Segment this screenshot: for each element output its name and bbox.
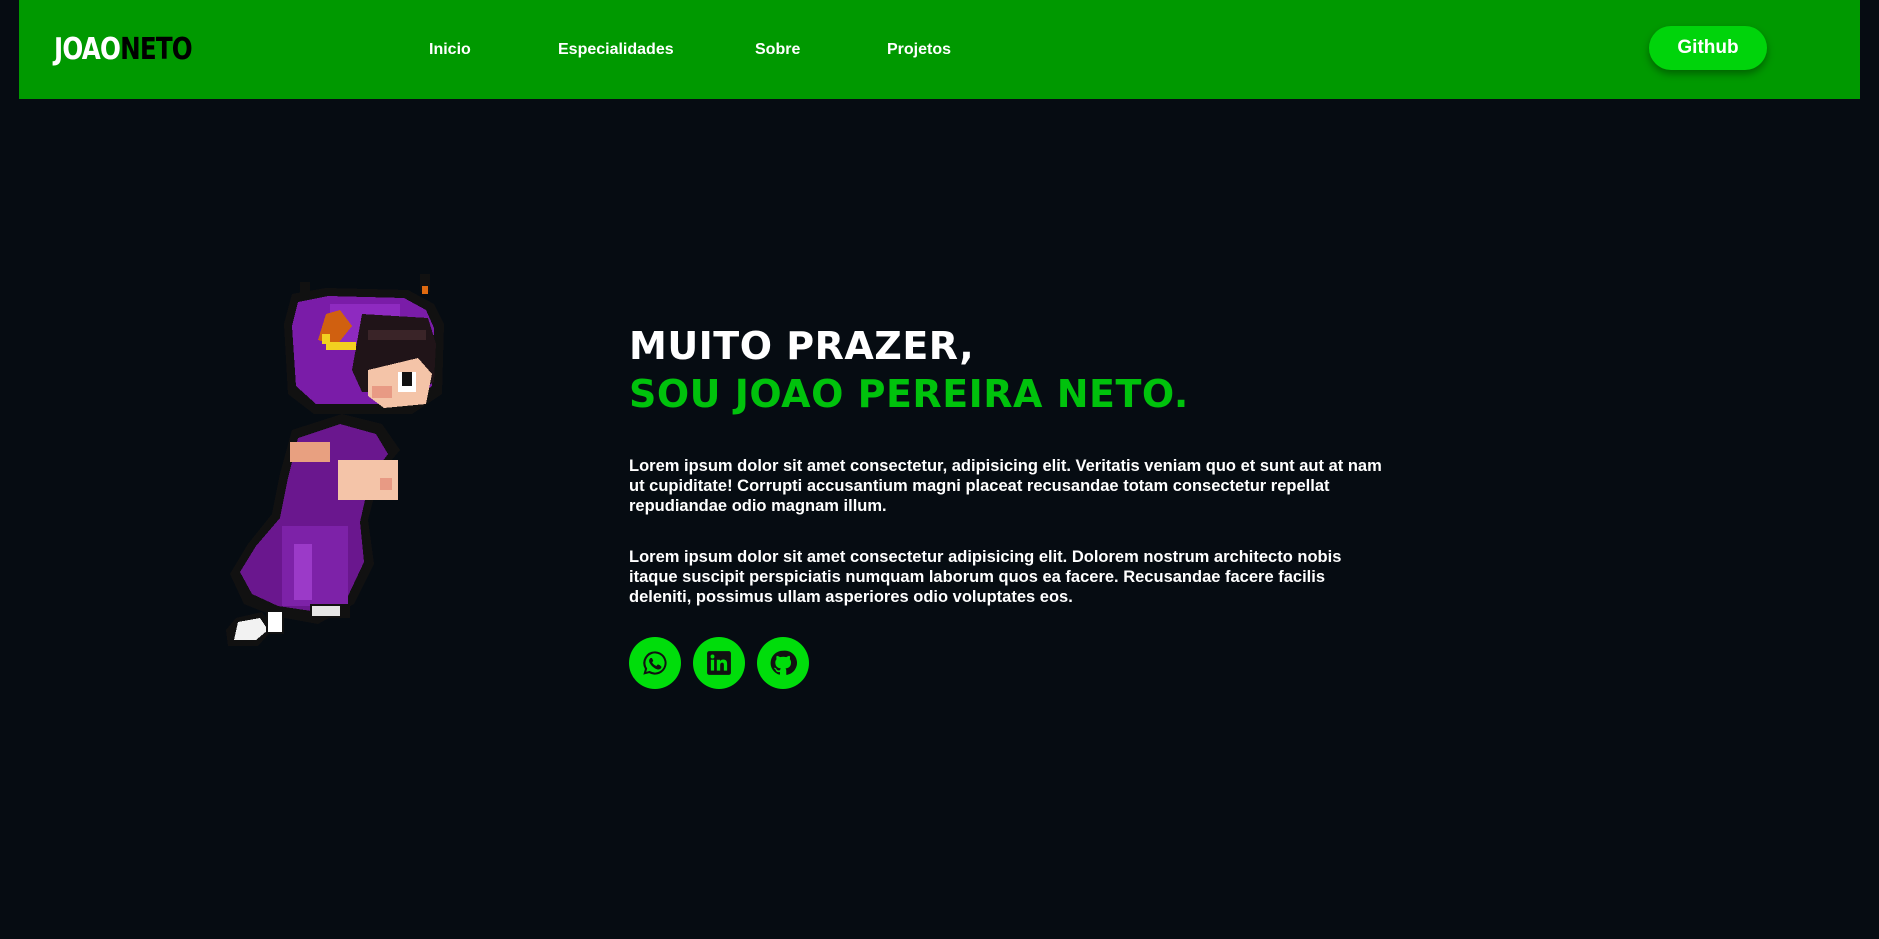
navbar: JOAONETO Inicio Especialidades Sobre Pro… <box>19 0 1860 99</box>
linkedin-icon <box>707 651 731 675</box>
logo[interactable]: JOAONETO <box>54 32 193 67</box>
whatsapp-button[interactable] <box>629 637 681 689</box>
social-links <box>629 637 1389 689</box>
github-icon <box>770 650 797 675</box>
nav-link-sobre[interactable]: Sobre <box>755 40 800 60</box>
nav-link-especialidades[interactable]: Especialidades <box>558 40 674 60</box>
headline-greeting: MUITO PRAZER, <box>629 324 975 368</box>
pixel-character-illustration <box>226 274 444 646</box>
linkedin-button[interactable] <box>693 637 745 689</box>
github-social-button[interactable] <box>757 637 809 689</box>
nav-link-projetos[interactable]: Projetos <box>887 40 951 60</box>
whatsapp-icon <box>643 651 667 675</box>
nav-link-inicio[interactable]: Inicio <box>429 40 471 60</box>
logo-last: NETO <box>120 32 193 67</box>
intro-paragraph-1: Lorem ipsum dolor sit amet consectetur, … <box>629 457 1382 515</box>
logo-first: JOAO <box>54 32 121 67</box>
hero-section: MUITO PRAZER, SOU JOAO PEREIRA NETO. Lor… <box>629 322 1389 689</box>
intro-paragraph-2: Lorem ipsum dolor sit amet consectetur a… <box>629 548 1342 606</box>
github-button[interactable]: Github <box>1649 26 1767 70</box>
headline-name: SOU JOAO PEREIRA NETO. <box>629 372 1189 416</box>
